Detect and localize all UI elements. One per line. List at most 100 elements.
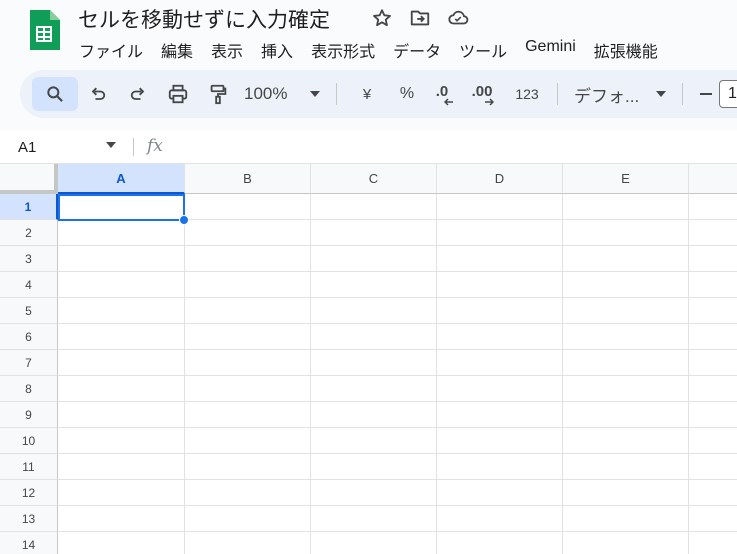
row-header[interactable]: 5 <box>0 298 58 324</box>
grid-cell[interactable] <box>689 298 737 324</box>
grid-cell[interactable] <box>58 220 185 246</box>
redo-button[interactable] <box>118 77 158 111</box>
grid-cell[interactable] <box>311 376 437 402</box>
grid-cell[interactable] <box>563 506 689 532</box>
grid-cell[interactable] <box>58 298 185 324</box>
row-header[interactable]: 11 <box>0 454 58 480</box>
percent-format-button[interactable]: % <box>387 77 427 111</box>
grid-cell[interactable] <box>311 298 437 324</box>
grid-cell[interactable] <box>185 506 311 532</box>
grid-cell[interactable] <box>311 272 437 298</box>
font-select[interactable]: デフォ... <box>568 77 672 111</box>
row-header[interactable]: 12 <box>0 480 58 506</box>
row-header[interactable]: 6 <box>0 324 58 350</box>
print-button[interactable] <box>158 77 198 111</box>
name-box[interactable]: A1 <box>0 130 130 164</box>
row-header[interactable]: 8 <box>0 376 58 402</box>
grid-cell[interactable] <box>689 246 737 272</box>
row-header[interactable]: 3 <box>0 246 58 272</box>
column-header-d[interactable]: D <box>437 164 563 194</box>
undo-button[interactable] <box>78 77 118 111</box>
grid-cell[interactable] <box>689 506 737 532</box>
row-header[interactable]: 2 <box>0 220 58 246</box>
grid-cell[interactable] <box>58 324 185 350</box>
grid-cell[interactable] <box>563 376 689 402</box>
sheets-logo-icon[interactable] <box>28 8 60 52</box>
row-header[interactable]: 10 <box>0 428 58 454</box>
grid-cell[interactable] <box>185 376 311 402</box>
grid-cell[interactable] <box>437 454 563 480</box>
row-header[interactable]: 14 <box>0 532 58 554</box>
grid-cell[interactable] <box>185 350 311 376</box>
search-menus-button[interactable] <box>32 77 78 111</box>
column-header-b[interactable]: B <box>185 164 311 194</box>
grid-cell[interactable] <box>689 272 737 298</box>
grid-cell[interactable] <box>58 454 185 480</box>
grid-cell[interactable] <box>437 480 563 506</box>
grid-cell[interactable] <box>689 480 737 506</box>
grid-cell[interactable] <box>311 220 437 246</box>
row-header[interactable]: 4 <box>0 272 58 298</box>
grid-cell[interactable] <box>58 402 185 428</box>
menu-tools[interactable]: ツール <box>450 36 516 64</box>
grid-cell[interactable] <box>689 324 737 350</box>
grid-cell[interactable] <box>437 506 563 532</box>
grid-cell[interactable] <box>689 454 737 480</box>
grid-cell[interactable] <box>689 376 737 402</box>
column-header-a[interactable]: A <box>58 164 185 194</box>
grid-cell[interactable] <box>58 532 185 554</box>
grid-cell[interactable] <box>689 402 737 428</box>
grid-cell[interactable] <box>311 506 437 532</box>
more-formats-button[interactable]: 123 <box>507 77 547 111</box>
menu-data[interactable]: データ <box>384 36 450 64</box>
grid-cell[interactable] <box>311 324 437 350</box>
grid-cell[interactable] <box>185 246 311 272</box>
grid-cell[interactable] <box>311 402 437 428</box>
menu-view[interactable]: 表示 <box>202 36 252 64</box>
menu-format[interactable]: 表示形式 <box>302 36 384 64</box>
grid-cell[interactable] <box>563 272 689 298</box>
grid-cell[interactable] <box>185 480 311 506</box>
grid-cell[interactable] <box>563 428 689 454</box>
select-all-corner[interactable] <box>0 164 58 194</box>
grid-cell[interactable] <box>311 480 437 506</box>
grid-cell[interactable] <box>185 532 311 554</box>
grid-cell[interactable] <box>185 220 311 246</box>
grid-cell[interactable] <box>58 350 185 376</box>
column-header-f[interactable] <box>689 164 737 194</box>
active-cell-a1[interactable] <box>58 194 185 221</box>
grid-cell[interactable] <box>563 532 689 554</box>
grid-cell[interactable] <box>563 402 689 428</box>
grid-cell[interactable] <box>437 194 563 220</box>
menu-file[interactable]: ファイル <box>70 36 152 64</box>
grid-cell[interactable] <box>689 532 737 554</box>
grid-cell[interactable] <box>437 532 563 554</box>
grid-cell[interactable] <box>563 454 689 480</box>
grid-cell[interactable] <box>437 298 563 324</box>
grid-cell[interactable] <box>311 194 437 220</box>
grid-cell[interactable] <box>185 428 311 454</box>
grid-cell[interactable] <box>311 428 437 454</box>
grid-cell[interactable] <box>58 428 185 454</box>
menu-extensions[interactable]: 拡張機能 <box>585 36 667 64</box>
grid-cell[interactable] <box>58 246 185 272</box>
grid-cell[interactable] <box>311 350 437 376</box>
zoom-select[interactable]: 100% <box>238 77 326 111</box>
grid-cell[interactable] <box>563 194 689 220</box>
grid-cell[interactable] <box>185 454 311 480</box>
grid-cell[interactable] <box>689 428 737 454</box>
row-header[interactable]: 1 <box>0 194 58 220</box>
grid-cell[interactable] <box>437 402 563 428</box>
grid-cell[interactable] <box>689 220 737 246</box>
currency-format-button[interactable]: ¥ <box>347 77 387 111</box>
grid-cell[interactable] <box>185 402 311 428</box>
grid-cell[interactable] <box>311 454 437 480</box>
column-header-e[interactable]: E <box>563 164 689 194</box>
grid-cell[interactable] <box>437 350 563 376</box>
grid-cell[interactable] <box>185 298 311 324</box>
cloud-saved-icon[interactable] <box>446 6 470 30</box>
row-header[interactable]: 7 <box>0 350 58 376</box>
move-to-folder-icon[interactable] <box>408 6 432 30</box>
grid-cell[interactable] <box>437 324 563 350</box>
grid-cell[interactable] <box>437 376 563 402</box>
